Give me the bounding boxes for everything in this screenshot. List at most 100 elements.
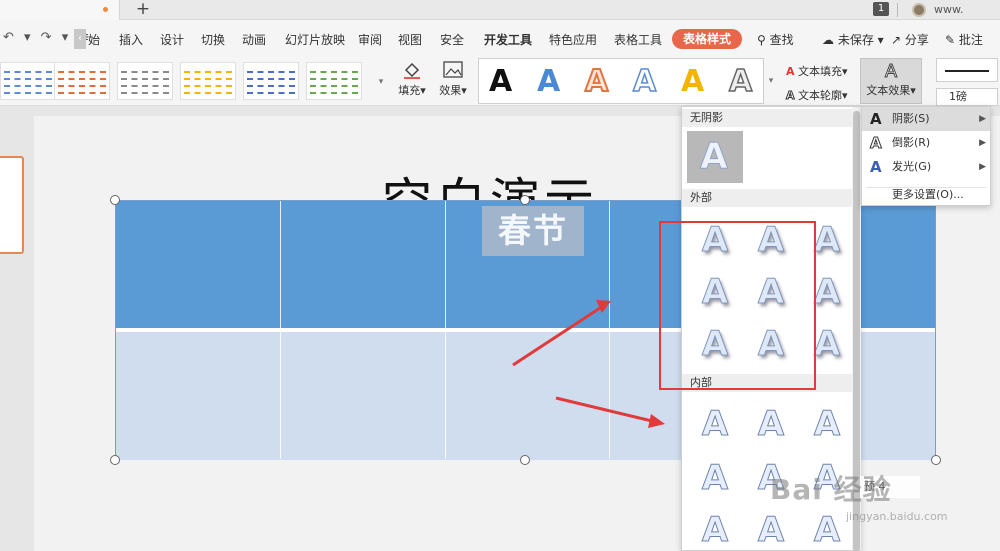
comment-button[interactable]: ✎ 批注 xyxy=(945,31,983,48)
user-name[interactable]: www. xyxy=(934,3,963,16)
resize-handle[interactable] xyxy=(110,195,120,205)
divider xyxy=(897,3,898,17)
slide-thumbnail[interactable] xyxy=(0,156,24,254)
table-column-divider xyxy=(609,201,610,459)
inner-shadow-option[interactable]: A xyxy=(690,453,740,503)
text-effect-button[interactable]: A 文本效果▾ xyxy=(860,58,922,104)
menu-item-glow[interactable]: A 发光(G) ▶ xyxy=(862,155,990,179)
selected-cell-text[interactable]: 春节 xyxy=(482,206,584,256)
menu-special-apps[interactable]: 特色应用 xyxy=(549,31,597,48)
table-style-swatch[interactable] xyxy=(180,62,236,100)
cloud-icon: ☁ xyxy=(822,33,834,47)
watermark-url: jingyan.baidu.com xyxy=(846,510,948,523)
inner-shadow-option[interactable]: A xyxy=(802,399,852,449)
search-label: 查找 xyxy=(769,33,794,47)
table-style-swatch[interactable] xyxy=(306,62,362,100)
table-style-swatch[interactable] xyxy=(0,62,56,100)
text-outline-button[interactable]: A 文本轮廓▾ xyxy=(786,87,848,103)
menu-insert[interactable]: 插入 xyxy=(119,31,143,48)
line-preview xyxy=(945,70,989,72)
line-weight-select[interactable]: 1磅 xyxy=(936,88,998,106)
no-shadow-option[interactable]: A xyxy=(687,131,743,183)
table-style-swatch[interactable] xyxy=(54,62,110,100)
chevron-down-icon: ▾ xyxy=(842,65,848,78)
line-style-select[interactable] xyxy=(936,58,998,82)
menu-developer[interactable]: 开发工具 xyxy=(484,31,532,48)
tab-table-style[interactable]: 表格样式 xyxy=(672,29,742,49)
effect-label: 效果 xyxy=(439,84,462,97)
effect-button[interactable]: 效果▾ xyxy=(436,60,470,98)
new-tab-button[interactable]: + xyxy=(134,0,152,19)
text-fill-icon: A xyxy=(786,65,795,78)
shadow-preview-letter: A xyxy=(701,404,729,445)
wordart-style-gold[interactable]: A xyxy=(681,63,704,101)
menu-design[interactable]: 设计 xyxy=(160,31,184,48)
inner-shadow-option[interactable]: A xyxy=(690,505,740,551)
fill-button[interactable]: 填充▾ xyxy=(396,60,428,98)
avatar[interactable] xyxy=(912,3,926,17)
search-icon: ⚲ xyxy=(757,33,766,47)
inner-shadow-option[interactable]: A xyxy=(746,399,796,449)
menu-start[interactable]: 始 xyxy=(88,31,100,48)
menu-item-reflection[interactable]: A 倒影(R) ▶ xyxy=(862,131,990,155)
text-effect-icon: A xyxy=(884,61,898,83)
menu-slideshow[interactable]: 幻灯片放映 xyxy=(285,31,345,48)
unsaved-button[interactable]: ☁ 未保存 ▾ xyxy=(822,31,884,48)
paint-bucket-icon xyxy=(404,62,420,79)
shadow-preview-letter: A xyxy=(813,272,841,313)
menu-transition[interactable]: 切换 xyxy=(201,31,225,48)
menu-scroll-left-button[interactable]: ‹ xyxy=(74,29,86,49)
menu-item-label: 倒影(R) xyxy=(892,136,931,149)
text-outline-label: 文本轮廓 xyxy=(798,89,843,102)
annotation-highlight-box xyxy=(659,221,816,390)
resize-handle[interactable] xyxy=(110,455,120,465)
resize-handle[interactable] xyxy=(520,195,530,205)
menu-animation[interactable]: 动画 xyxy=(242,31,266,48)
reflection-icon: A xyxy=(870,134,883,153)
wordart-style-gray[interactable]: A xyxy=(728,63,753,101)
search-button[interactable]: ⚲ 查找 xyxy=(757,31,794,48)
wordart-style-blue-outline[interactable]: A xyxy=(632,63,657,101)
text-effect-submenu: A 阴影(S) ▶ A 倒影(R) ▶ A 发光(G) ▶ 更多设置(O)... xyxy=(861,106,991,206)
effect-picture-icon xyxy=(443,61,463,78)
menu-table-tools[interactable]: 表格工具 xyxy=(614,31,662,48)
chevron-right-icon: ▶ xyxy=(979,138,986,148)
shadow-preview-letter: A xyxy=(813,324,841,365)
menu-view[interactable]: 视图 xyxy=(398,31,422,48)
shadow-preview-letter: A xyxy=(701,458,729,499)
style-gallery-more-button[interactable]: ▾ xyxy=(376,64,386,100)
text-fill-label: 文本填充 xyxy=(798,65,843,78)
chevron-down-icon: ▾ xyxy=(873,33,884,47)
text-fill-button[interactable]: A 文本填充▾ xyxy=(786,63,848,79)
baidu-watermark: Bai 经验 jingyan.baidu.com xyxy=(770,448,998,548)
text-outline-icon: A xyxy=(786,89,795,103)
comment-label: 批注 xyxy=(958,33,983,47)
inner-shadow-option[interactable]: A xyxy=(690,399,740,449)
chevron-right-icon: ▶ xyxy=(979,162,986,172)
chevron-down-icon: ▾ xyxy=(842,89,848,102)
document-tab[interactable] xyxy=(0,0,120,20)
wordart-style-blue[interactable]: A xyxy=(537,63,560,101)
comment-icon: ✎ xyxy=(945,33,956,47)
tab-strip: + 1 www. xyxy=(0,0,1000,20)
section-no-shadow: 无阴影 xyxy=(682,109,852,127)
menu-item-shadow[interactable]: A 阴影(S) ▶ xyxy=(862,107,990,131)
share-icon: ↗ xyxy=(891,33,902,47)
table-style-swatch[interactable] xyxy=(117,62,173,100)
share-button[interactable]: ↗ 分享 xyxy=(891,31,929,48)
table-style-swatch[interactable] xyxy=(243,62,299,100)
wordart-style-black[interactable]: A xyxy=(489,63,512,101)
menu-security[interactable]: 安全 xyxy=(440,31,464,48)
slide-title[interactable]: 空白演示 xyxy=(382,162,598,200)
window-count-badge[interactable]: 1 xyxy=(873,2,889,16)
chevron-down-icon: ▾ xyxy=(910,84,916,97)
menu-review[interactable]: 审阅 xyxy=(358,31,382,48)
glow-icon: A xyxy=(870,158,882,176)
resize-handle[interactable] xyxy=(520,455,530,465)
share-label: 分享 xyxy=(904,33,929,47)
wordart-style-orange-outline[interactable]: A xyxy=(584,63,609,101)
menu-item-more-settings[interactable]: 更多设置(O)... xyxy=(862,183,990,207)
watermark-logo: Bai 经验 xyxy=(770,473,892,506)
unsaved-dot-icon xyxy=(103,7,108,12)
wordart-gallery-more-button[interactable]: ▾ xyxy=(766,60,776,102)
